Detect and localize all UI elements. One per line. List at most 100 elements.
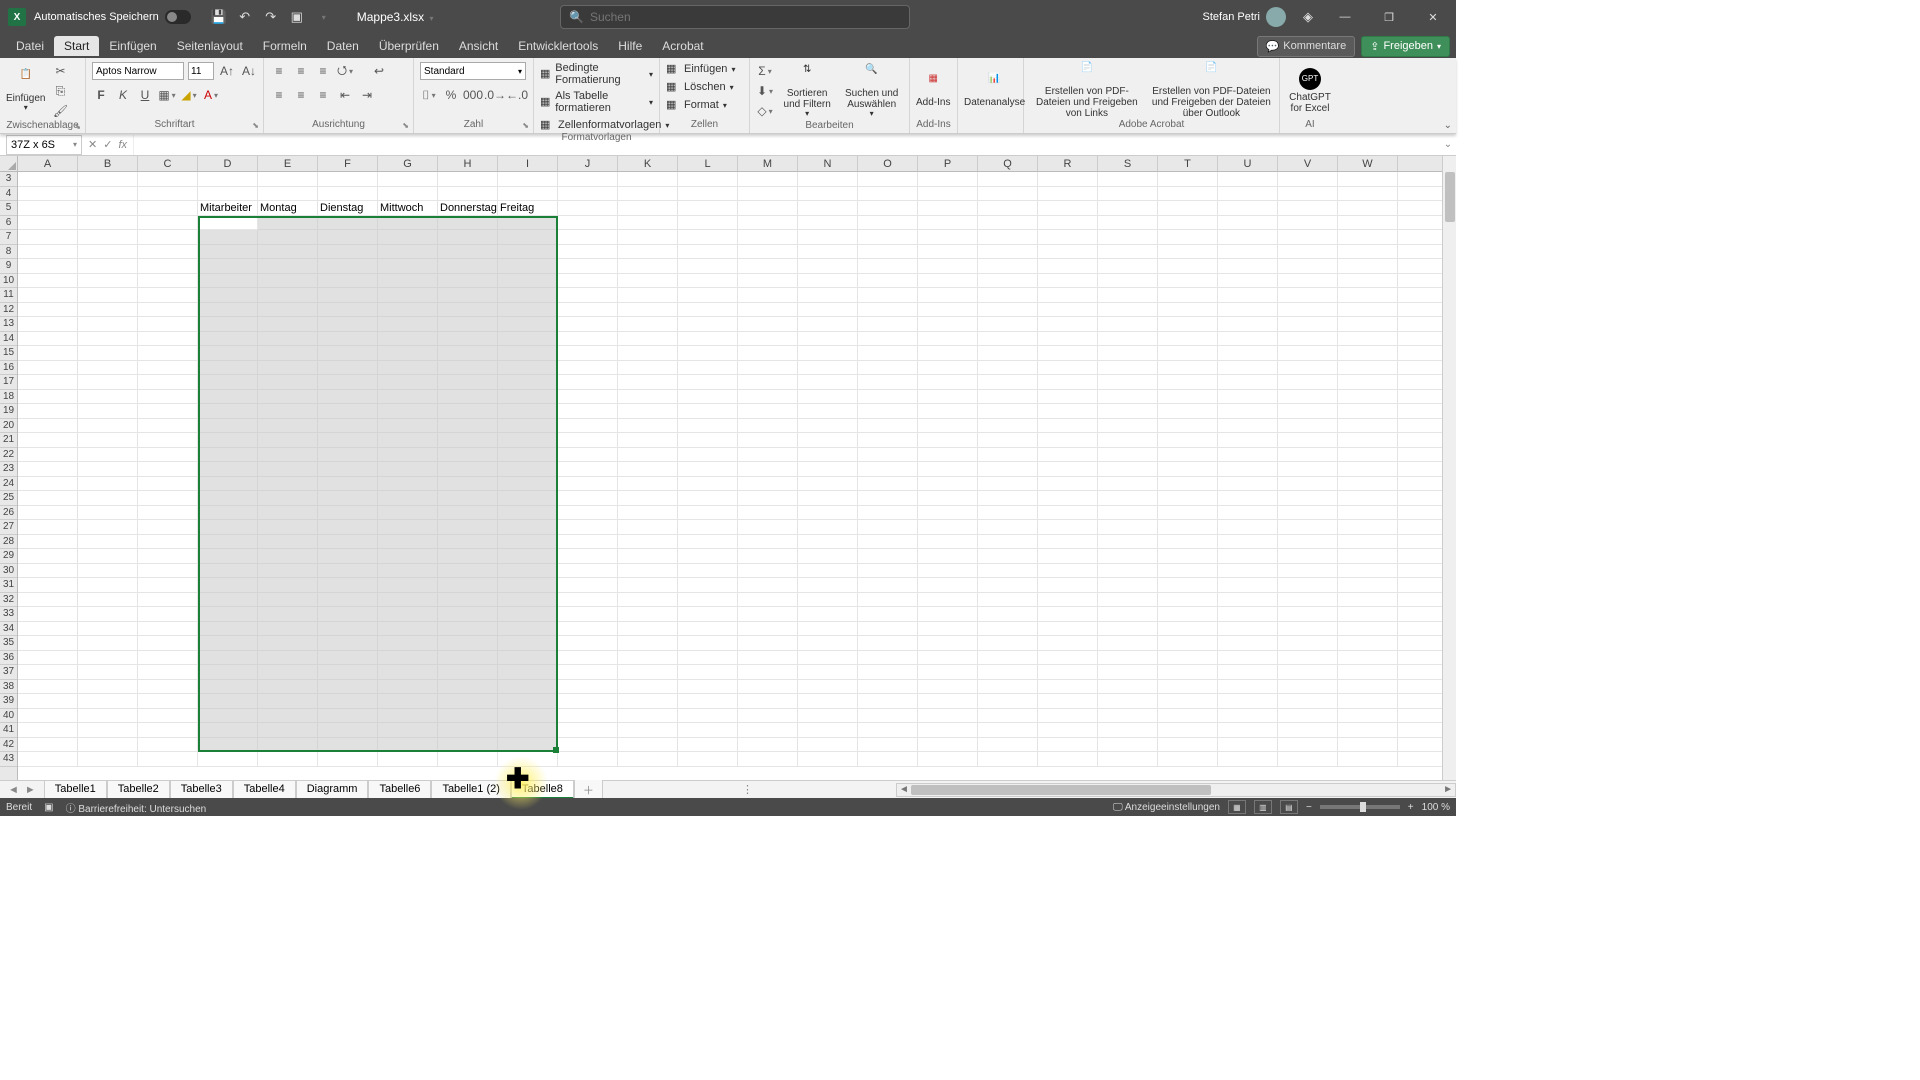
row-header-15[interactable]: 15	[0, 346, 17, 361]
cell-I7[interactable]	[498, 230, 558, 244]
cell-V14[interactable]	[1278, 332, 1338, 346]
cell-U19[interactable]	[1218, 404, 1278, 418]
cell-H13[interactable]	[438, 317, 498, 331]
cell-K33[interactable]	[618, 607, 678, 621]
cell-W32[interactable]	[1338, 593, 1398, 607]
cell-G13[interactable]	[378, 317, 438, 331]
row-header-26[interactable]: 26	[0, 506, 17, 521]
cell-W28[interactable]	[1338, 535, 1398, 549]
col-header-L[interactable]: L	[678, 156, 738, 171]
cell-G20[interactable]	[378, 419, 438, 433]
cell-P9[interactable]	[918, 259, 978, 273]
cell-U7[interactable]	[1218, 230, 1278, 244]
cell-S4[interactable]	[1098, 187, 1158, 201]
cell-M12[interactable]	[738, 303, 798, 317]
cell-V28[interactable]	[1278, 535, 1338, 549]
decrease-font-icon[interactable]: A↓	[240, 62, 258, 80]
cell-D33[interactable]	[198, 607, 258, 621]
cell-W16[interactable]	[1338, 361, 1398, 375]
cell-L38[interactable]	[678, 680, 738, 694]
cell-M24[interactable]	[738, 477, 798, 491]
cell-G35[interactable]	[378, 636, 438, 650]
cell-N13[interactable]	[798, 317, 858, 331]
cell-F7[interactable]	[318, 230, 378, 244]
cell-A17[interactable]	[18, 375, 78, 389]
cell-S7[interactable]	[1098, 230, 1158, 244]
cell-K27[interactable]	[618, 520, 678, 534]
cell-V13[interactable]	[1278, 317, 1338, 331]
cell-N21[interactable]	[798, 433, 858, 447]
cell-K15[interactable]	[618, 346, 678, 360]
cell-U32[interactable]	[1218, 593, 1278, 607]
cell-F18[interactable]	[318, 390, 378, 404]
cell-M26[interactable]	[738, 506, 798, 520]
cell-D37[interactable]	[198, 665, 258, 679]
cell-E39[interactable]	[258, 694, 318, 708]
cell-I28[interactable]	[498, 535, 558, 549]
accept-formula-icon[interactable]: ✓	[103, 138, 112, 151]
cell-N3[interactable]	[798, 172, 858, 186]
cell-W24[interactable]	[1338, 477, 1398, 491]
cell-Q12[interactable]	[978, 303, 1038, 317]
cell-N43[interactable]	[798, 752, 858, 766]
cell-H16[interactable]	[438, 361, 498, 375]
cell-D30[interactable]	[198, 564, 258, 578]
cell-R41[interactable]	[1038, 723, 1098, 737]
cell-A10[interactable]	[18, 274, 78, 288]
cell-I43[interactable]	[498, 752, 558, 766]
cell-D4[interactable]	[198, 187, 258, 201]
cell-L8[interactable]	[678, 245, 738, 259]
cell-I24[interactable]	[498, 477, 558, 491]
cell-G31[interactable]	[378, 578, 438, 592]
cell-O3[interactable]	[858, 172, 918, 186]
cell-P39[interactable]	[918, 694, 978, 708]
cell-O12[interactable]	[858, 303, 918, 317]
cell-M14[interactable]	[738, 332, 798, 346]
cell-J20[interactable]	[558, 419, 618, 433]
cell-J18[interactable]	[558, 390, 618, 404]
col-header-A[interactable]: A	[18, 156, 78, 171]
cell-V26[interactable]	[1278, 506, 1338, 520]
col-header-O[interactable]: O	[858, 156, 918, 171]
sheet-tab-diagramm[interactable]: Diagramm	[296, 781, 369, 799]
cell-W18[interactable]	[1338, 390, 1398, 404]
cell-L4[interactable]	[678, 187, 738, 201]
cell-G27[interactable]	[378, 520, 438, 534]
cell-U28[interactable]	[1218, 535, 1278, 549]
row-header-35[interactable]: 35	[0, 636, 17, 651]
cell-Q25[interactable]	[978, 491, 1038, 505]
cell-T39[interactable]	[1158, 694, 1218, 708]
cell-U29[interactable]	[1218, 549, 1278, 563]
cell-K35[interactable]	[618, 636, 678, 650]
cell-F17[interactable]	[318, 375, 378, 389]
cell-C3[interactable]	[138, 172, 198, 186]
cell-D20[interactable]	[198, 419, 258, 433]
format-cells-button[interactable]: ▦Format▾	[666, 98, 727, 112]
cell-P33[interactable]	[918, 607, 978, 621]
cell-I25[interactable]	[498, 491, 558, 505]
user-account[interactable]: Stefan Petri	[1203, 7, 1286, 27]
cell-F29[interactable]	[318, 549, 378, 563]
cell-E37[interactable]	[258, 665, 318, 679]
cell-I3[interactable]	[498, 172, 558, 186]
cell-T27[interactable]	[1158, 520, 1218, 534]
cell-D28[interactable]	[198, 535, 258, 549]
cell-V22[interactable]	[1278, 448, 1338, 462]
cell-R12[interactable]	[1038, 303, 1098, 317]
cell-T29[interactable]	[1158, 549, 1218, 563]
cell-V42[interactable]	[1278, 738, 1338, 752]
cell-S15[interactable]	[1098, 346, 1158, 360]
cell-C9[interactable]	[138, 259, 198, 273]
cell-I18[interactable]	[498, 390, 558, 404]
cell-Q41[interactable]	[978, 723, 1038, 737]
menu-tab-start[interactable]: Start	[54, 36, 99, 56]
cell-I20[interactable]	[498, 419, 558, 433]
cell-B35[interactable]	[78, 636, 138, 650]
cell-L36[interactable]	[678, 651, 738, 665]
cell-L22[interactable]	[678, 448, 738, 462]
data-analysis-button[interactable]: 📊Datenanalyse	[964, 73, 1025, 108]
cell-Q15[interactable]	[978, 346, 1038, 360]
row-header-33[interactable]: 33	[0, 607, 17, 622]
cell-L26[interactable]	[678, 506, 738, 520]
cancel-formula-icon[interactable]: ✕	[88, 138, 97, 151]
